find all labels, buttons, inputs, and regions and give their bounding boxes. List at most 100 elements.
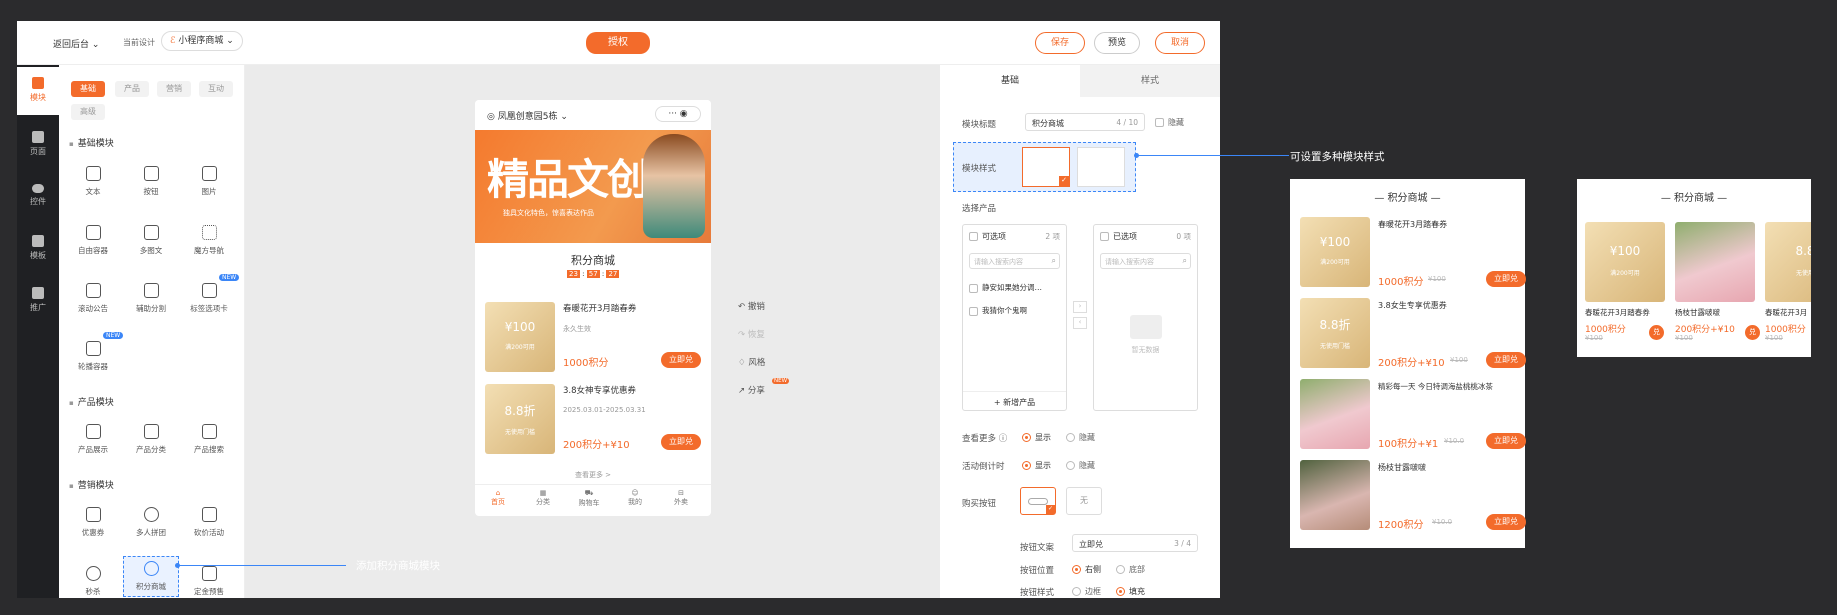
component-label: 标签选项卡 [190,304,228,313]
rail-item-templates[interactable]: 模板 [17,235,59,261]
hide-title-checkbox[interactable]: 隐藏 [1155,117,1184,128]
character-illustration [643,134,705,238]
rail-item-modules[interactable]: 模块 [17,67,59,115]
redeem-button[interactable]: 立即兑 [661,434,701,450]
countdown-minutes: 57 [586,270,600,278]
countdown-show-radio[interactable]: 显示 [1022,460,1051,471]
buy-button-style-pill[interactable]: ✓ [1020,487,1056,515]
component-product-display[interactable]: 产品展示 [65,424,121,455]
component-coupon[interactable]: 优惠券 [65,507,121,538]
component-image[interactable]: 图片 [181,166,237,197]
share-button[interactable]: ↗ 分享 NEW [738,378,798,412]
position-right-radio[interactable]: 右侧 [1072,564,1101,575]
see-more-hide-radio[interactable]: 隐藏 [1066,432,1095,443]
redo-button[interactable]: ↷ 恢复 [738,328,798,356]
undo-button[interactable]: ↶ 撤销 [738,300,798,328]
see-more-link[interactable]: 查看更多 > [475,470,711,480]
action-label: 恢复 [747,330,765,340]
select-all-available[interactable]: 可选项 [969,231,1006,242]
image-text-icon [143,225,159,240]
available-item[interactable]: 我猜你个鬼啊 [969,305,1027,316]
component-multi-image-text[interactable]: 多图文 [123,225,179,256]
buy-button-style-none[interactable]: 无 [1066,487,1102,515]
button-text-input[interactable]: 立即兑 3 / 4 [1072,534,1198,552]
tab-category[interactable]: ▦ 分类 [528,489,558,507]
selected-search-input[interactable]: 请输入搜索内容 ⌕ [1100,253,1191,269]
style-option-grid[interactable] [1077,147,1125,187]
component-button[interactable]: 按钮 [123,166,179,197]
component-carousel[interactable]: NEW 轮播容器 [65,332,124,372]
rail-item-pages[interactable]: 页面 [17,131,59,157]
available-item[interactable]: 静安如果她分调… [969,282,1042,293]
move-left-button[interactable]: ‹ [1073,317,1087,329]
available-search-input[interactable]: 请输入搜索内容 ⌕ [969,253,1060,269]
component-points-mall[interactable]: 积分商城 [123,556,179,597]
select-all-selected[interactable]: 已选项 [1100,231,1137,242]
tab-basic-props[interactable]: 基础 [940,65,1080,97]
component-product-search[interactable]: 产品搜索 [181,424,237,455]
tab-home[interactable]: ⌂ 首页 [483,489,513,507]
redeem-button[interactable]: 立即兑 [661,352,701,368]
authorize-button[interactable]: 授权 [586,32,650,54]
action-label: 风格 [748,358,766,368]
component-flash-sale[interactable]: 秒杀 [65,566,121,597]
tab-marketing[interactable]: 营销 [157,81,191,97]
redeem-button: 立即兑 [1486,271,1526,287]
tab-mine[interactable]: ☺ 我的 [620,489,650,507]
tab-advanced[interactable]: 高级 [71,104,105,120]
component-free-container[interactable]: 自由容器 [65,225,121,256]
preview-title: — 积分商城 — [1374,193,1441,204]
tab-takeout[interactable]: ⊟ 外卖 [666,489,696,507]
component-presale[interactable]: 定金预售 [181,566,237,597]
location-selector[interactable]: ◎ 凤凰创意园5栋 ⌄ [487,109,568,122]
see-more-show-radio[interactable]: 显示 [1022,432,1051,443]
tab-basic[interactable]: 基础 [71,81,105,97]
module-title-input[interactable]: 积分商城 4 / 10 [1025,113,1145,131]
tab-product[interactable]: 产品 [115,81,149,97]
radio [1116,587,1125,596]
preview-title: — 积分商城 — [1660,193,1728,204]
component-group-buy[interactable]: 多人拼团 [123,507,179,538]
coupon-value: 8.8折 [1319,318,1351,332]
list-item: ¥100 满200可用 春暖花开3月踏春券 1000积分 ¥100 立即兑 [1300,217,1526,289]
countdown-hide-radio[interactable]: 隐藏 [1066,460,1095,471]
component-text[interactable]: 文本 [65,166,121,197]
list-header: 可选项 [982,232,1006,241]
add-product-button[interactable]: + 新增产品 [963,391,1066,408]
component-label: 文本 [85,187,101,196]
component-divider[interactable]: 辅助分割 [123,283,179,314]
preview-button[interactable]: 预览 [1094,32,1140,54]
coupon-value: ¥100 [1319,235,1351,249]
item-old-price: ¥100 [1765,334,1783,342]
rail-item-promotion[interactable]: 推广 [17,287,59,313]
redo-icon: ↷ [738,330,746,340]
rail-item-controls[interactable]: 控件 [17,184,59,207]
position-bottom-radio[interactable]: 底部 [1116,564,1145,575]
app-selector[interactable]: ℰ 小程序商城 ⌄ [161,31,243,51]
style-fill-radio[interactable]: 填充 [1116,586,1145,597]
selected-list: 已选项 0 项 请输入搜索内容 ⌕ 暂无数据 [1093,224,1198,411]
tab-label: 我的 [628,498,642,506]
component-bargain[interactable]: 砍价活动 [181,507,237,538]
back-to-admin-button[interactable]: 返回后台 ⌄ [53,37,99,50]
tab-cart[interactable]: ⛟ 购物车 [574,489,604,508]
category-icon [143,424,159,439]
list-item[interactable]: ¥100 满200可用 春暖花开3月踏春券 永久生效 1000积分 立即兑 [485,300,703,374]
capsule-menu[interactable]: ··· ◉ [655,106,701,122]
move-right-button[interactable]: › [1073,301,1087,313]
component-notice[interactable]: 滚动公告 [65,283,121,314]
component-product-category[interactable]: 产品分类 [123,424,179,455]
input-value: 立即兑 [1079,540,1103,549]
style-border-radio[interactable]: 边框 [1072,586,1101,597]
group-icon [143,507,159,522]
tab-style-props[interactable]: 样式 [1080,65,1220,97]
style-option-list[interactable]: ✓ [1022,147,1070,187]
list-item[interactable]: 8.8折 无使用门槛 3.8女神专享优惠券 2025.03.01-2025.03… [485,382,703,456]
tab-interactive[interactable]: 互动 [199,81,233,97]
banner[interactable]: 精品文创 独具文化特色，惊喜表达作品 [475,130,711,243]
component-tabs[interactable]: NEW 标签选项卡 [181,274,240,314]
style-button[interactable]: ♢ 风格 [738,356,798,384]
component-cube-nav[interactable]: 魔方导航 [181,225,237,256]
cancel-button[interactable]: 取消 [1155,32,1205,54]
save-button[interactable]: 保存 [1035,32,1085,54]
